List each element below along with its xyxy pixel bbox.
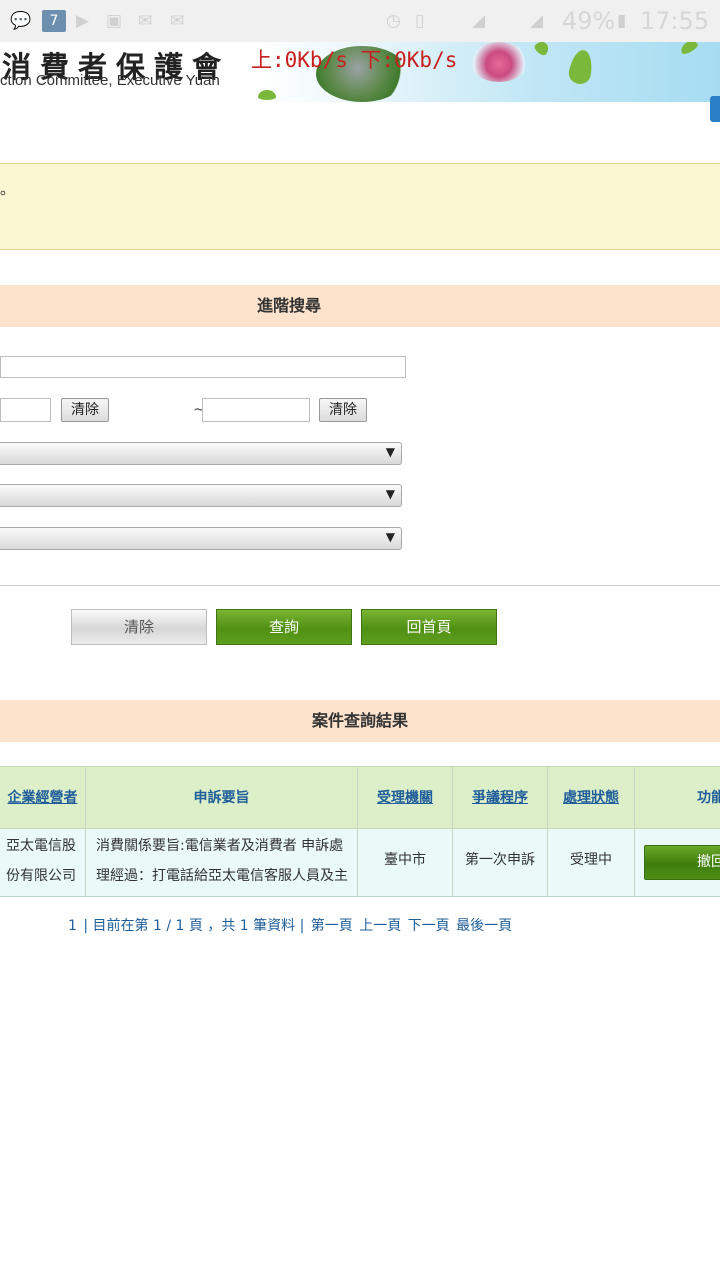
column-header-label: 申訴要旨: [193, 790, 250, 806]
menu-edge-button[interactable]: [710, 96, 720, 122]
agency-select[interactable]: ▼: [0, 442, 402, 465]
notice-box: 。: [0, 163, 720, 250]
signal-icon: ◢: [530, 11, 544, 31]
column-header-status[interactable]: 處理狀態: [548, 767, 635, 828]
play-icon: ▶: [76, 11, 90, 31]
summary-line: 消費關係要旨:電信業者及消費者 申訴處: [96, 838, 344, 854]
pagination: 1 | 目前在第 1 / 1 頁 ，共 1 筆資料 | 第一頁 上一頁 下一頁 …: [68, 915, 514, 935]
agency-value: 臺中市: [384, 852, 426, 868]
clear-button[interactable]: 清除: [71, 609, 207, 645]
clear-date-from-button[interactable]: 清除: [61, 398, 109, 422]
date-from-input[interactable]: [0, 398, 51, 422]
advanced-search-header: 進階搜尋: [0, 285, 720, 327]
procedure-select[interactable]: ▼: [0, 484, 402, 507]
mail-icon: ✉: [138, 11, 153, 31]
banner-subtitle: ction Committee, Executive Yuan: [0, 72, 220, 89]
next-page-link[interactable]: 下一頁: [408, 918, 450, 934]
last-page-link[interactable]: 最後一頁: [456, 918, 512, 934]
query-button[interactable]: 查詢: [216, 609, 352, 645]
column-header-action: 功能: [635, 767, 720, 828]
column-header-label: 功能: [697, 790, 720, 806]
table-header-row: 企業經營者 申訴要旨 受理機關 爭議程序 處理狀態 功能: [0, 766, 720, 829]
battery-icon: ▮: [617, 11, 627, 31]
summary-line: 理經過：打電話給亞太電信客服人員及主: [96, 868, 348, 884]
mail-icon: ✉: [170, 11, 185, 31]
status-select[interactable]: ▼: [0, 527, 402, 550]
network-speed-overlay: 上:0Kb/s 下:0Kb/s: [251, 48, 458, 72]
company-line: 份有限公司: [6, 868, 76, 884]
luggage-bubble-icon: [470, 42, 528, 82]
cell-status: 受理中: [548, 829, 635, 896]
dropdown-arrow-icon: ▼: [385, 445, 395, 459]
form-divider: [0, 585, 720, 586]
leaf-icon: [532, 42, 552, 58]
column-header-label[interactable]: 受理機關: [358, 787, 452, 807]
dropdown-arrow-icon: ▼: [385, 487, 395, 501]
chat-icon: 💬: [10, 11, 32, 31]
column-header-label[interactable]: 爭議程序: [453, 787, 547, 807]
leaf-icon: [258, 90, 276, 100]
signal-icon: ◢: [472, 11, 486, 31]
status-value: 受理中: [570, 852, 612, 868]
column-header-agency[interactable]: 受理機關: [358, 767, 453, 828]
results-title: 案件查詢結果: [311, 711, 408, 730]
first-page-link[interactable]: 第一頁: [311, 918, 353, 934]
site-banner: 消費者保護會 ction Committee, Executive Yuan 上…: [0, 42, 720, 102]
cell-agency: 臺中市: [358, 829, 453, 896]
date-to-input[interactable]: [202, 398, 310, 422]
clock: 17:55: [640, 7, 710, 35]
cell-procedure: 第一次申訴: [453, 829, 548, 896]
status-bar: 💬 7 ▶ ▣ ✉ ✉ ◷ ▯ ◢ ◢ 49% ▮ 17:55: [0, 0, 720, 42]
procedure-value: 第一次申訴: [465, 852, 535, 868]
column-header-label[interactable]: 企業經營者: [0, 787, 85, 807]
alarm-icon: ◷: [386, 11, 401, 31]
table-row: 亞太電信股 份有限公司 消費關係要旨:電信業者及消費者 申訴處 理經過：打電話給…: [0, 829, 720, 897]
keyword-input[interactable]: [0, 356, 406, 378]
vibrate-icon: ▯: [415, 11, 425, 31]
prev-page-link[interactable]: 上一頁: [359, 918, 401, 934]
leaf-icon: [567, 48, 595, 86]
dropdown-arrow-icon: ▼: [385, 530, 395, 544]
gallery-icon: ▣: [106, 11, 123, 31]
results-header: 案件查詢結果: [0, 700, 720, 742]
revoke-button[interactable]: 撤回: [644, 845, 720, 880]
home-button[interactable]: 回首頁: [361, 609, 497, 645]
advanced-search-title: 進階搜尋: [256, 296, 321, 315]
notification-badge: 7: [42, 10, 66, 32]
column-header-summary: 申訴要旨: [86, 767, 358, 828]
company-line: 亞太電信股: [6, 838, 76, 854]
column-header-company[interactable]: 企業經營者: [0, 767, 86, 828]
cell-company: 亞太電信股 份有限公司: [0, 829, 86, 896]
leaf-icon: [678, 42, 700, 56]
page-info: | 目前在第 1 / 1 頁 ，共 1 筆資料 |: [83, 918, 305, 934]
notice-text: 。: [0, 180, 16, 198]
column-header-procedure[interactable]: 爭議程序: [453, 767, 548, 828]
clear-date-to-button[interactable]: 清除: [319, 398, 367, 422]
battery-percent: 49%: [562, 7, 616, 35]
column-header-label[interactable]: 處理狀態: [548, 787, 634, 807]
page-link-1[interactable]: 1: [68, 918, 77, 934]
cell-summary: 消費關係要旨:電信業者及消費者 申訴處 理經過：打電話給亞太電信客服人員及主: [86, 829, 358, 896]
